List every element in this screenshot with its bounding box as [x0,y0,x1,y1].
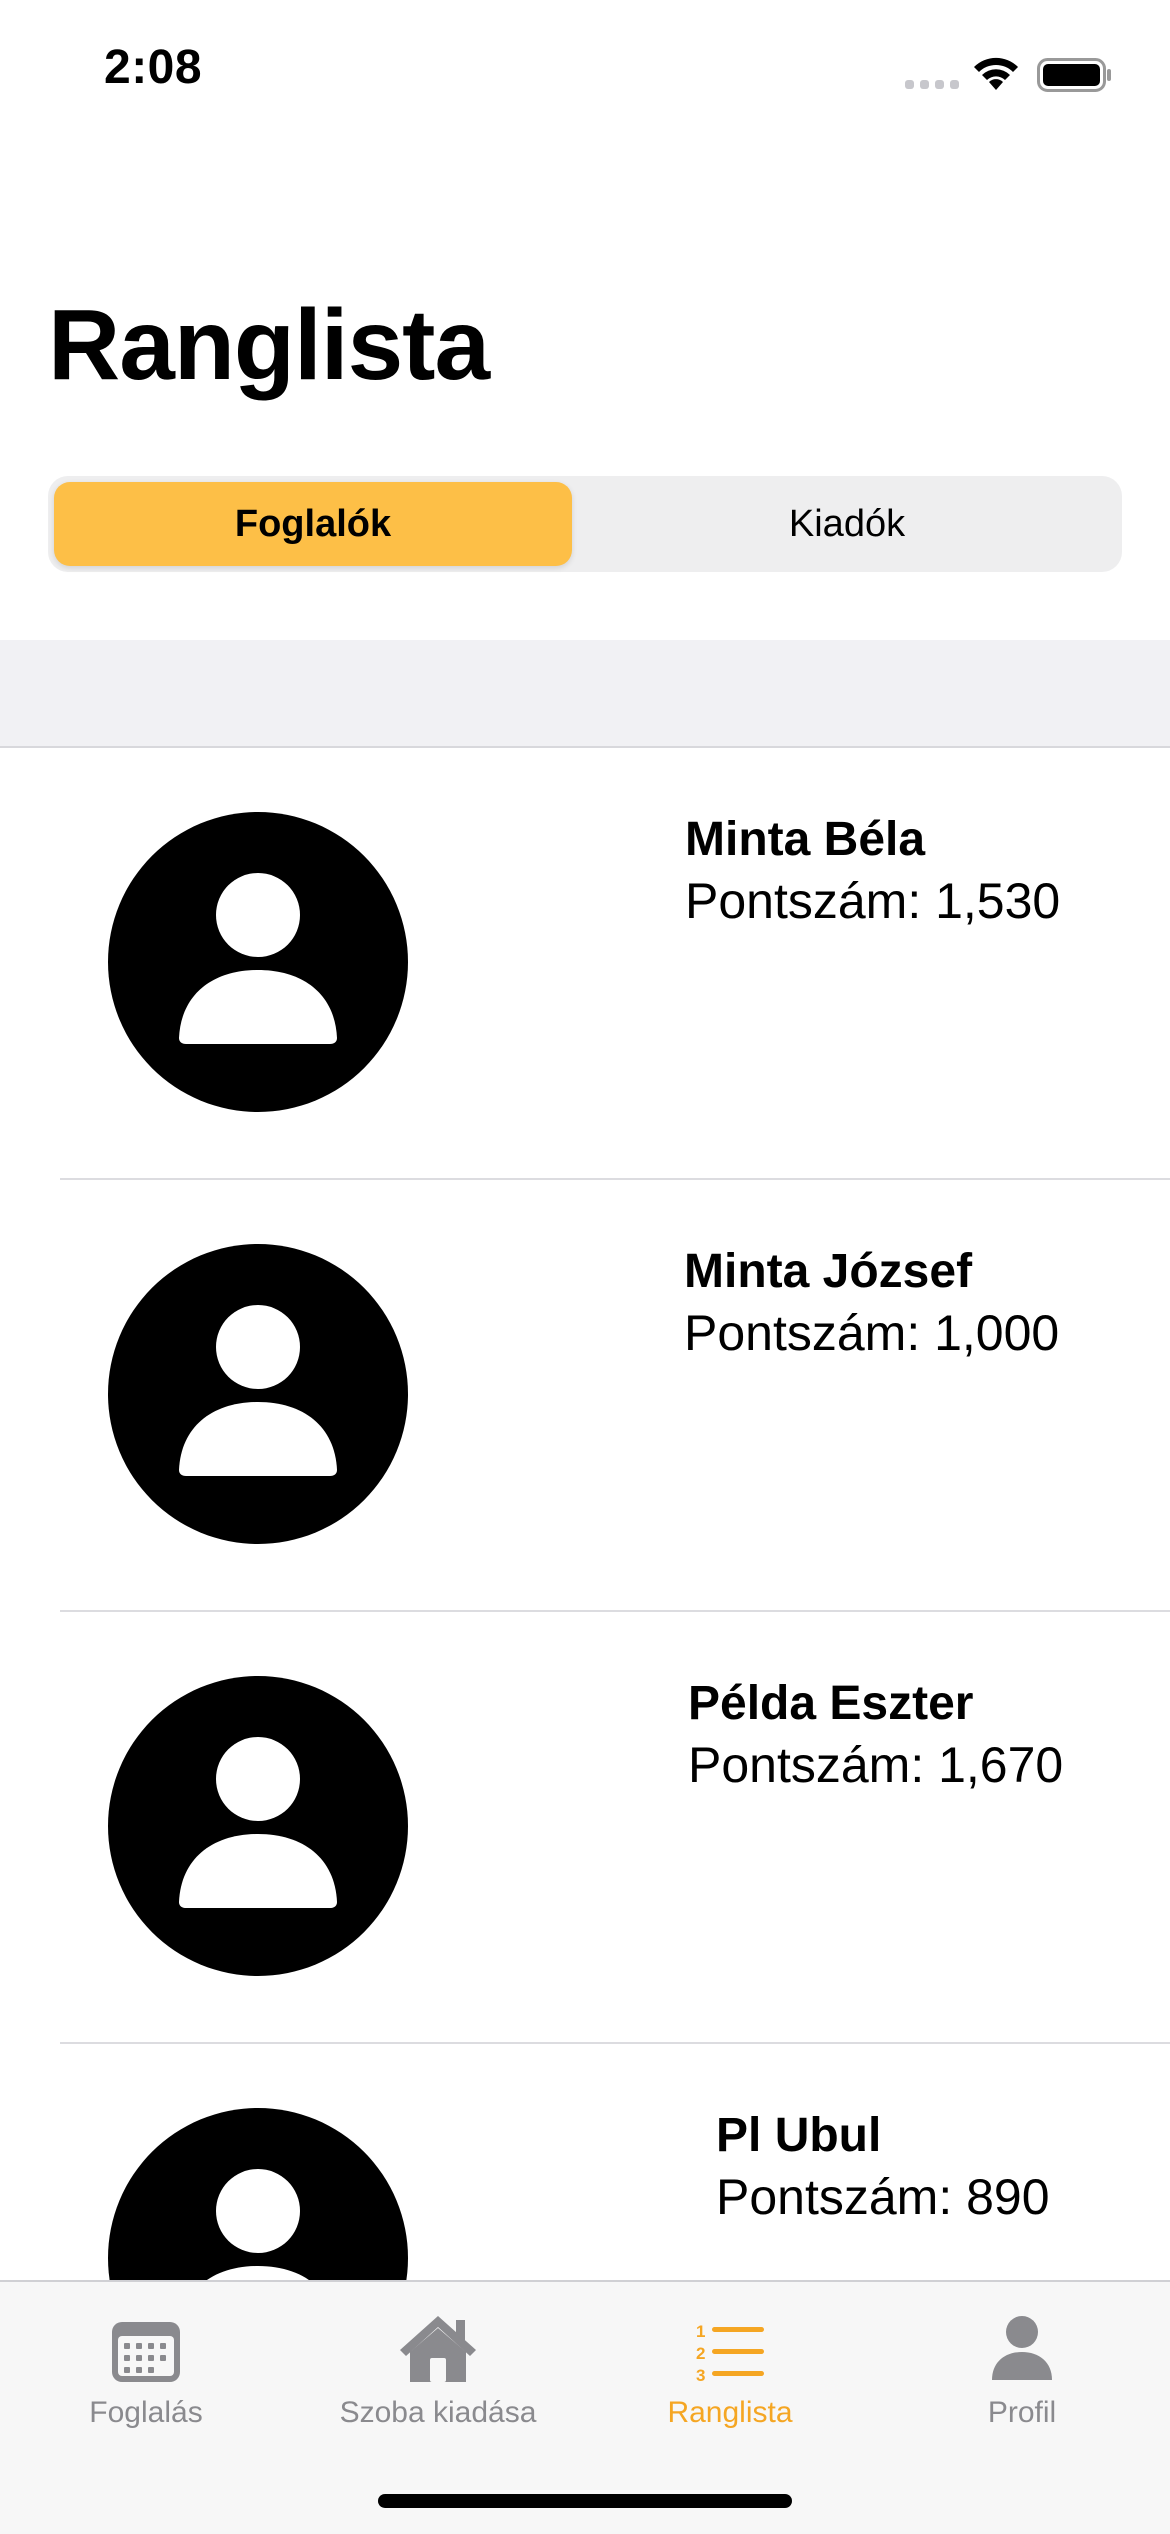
tab-profil[interactable]: Profil [876,2282,1168,2482]
user-score: Pontszám: 890 [716,2169,1050,2225]
list-item[interactable]: Minta József Pontszám: 1,000 [0,1180,1170,1612]
tab-szoba-kiadasa[interactable]: Szoba kiadása [292,2282,584,2482]
user-score: Pontszám: 1,530 [685,873,1061,929]
svg-text:2: 2 [696,2344,705,2363]
numbered-list-icon: 1 2 3 [696,2322,764,2384]
battery-icon [1037,58,1111,92]
list-item[interactable]: Példa Eszter Pontszám: 1,670 [0,1612,1170,2044]
list-header-band [0,640,1170,748]
avatar-person-icon [108,1244,408,1544]
user-name: Minta Béla [685,813,926,866]
wifi-icon [974,57,1018,90]
person-icon [992,2316,1052,2380]
user-name: Példa Eszter [688,1677,974,1730]
segment-kiadok[interactable]: Kiadók [578,482,1116,566]
avatar-person-icon [108,1676,408,1976]
user-score: Pontszám: 1,000 [684,1305,1060,1361]
segment-foglalok[interactable]: Foglalók [54,482,572,566]
svg-text:1: 1 [696,2322,705,2341]
calendar-icon [112,2322,180,2382]
tab-bar: Foglalás Szoba kiadása 1 2 3 Ranglista Pro… [0,2280,1170,2534]
tab-label: Ranglista [667,2396,793,2429]
signal-icon [905,80,959,89]
page-title: Ranglista [48,289,490,401]
list-item[interactable]: Minta Béla Pontszám: 1,530 [0,748,1170,1180]
status-bar: 2:08 [0,0,1170,150]
tab-label: Foglalás [89,2396,203,2429]
user-name: Minta József [684,1245,973,1298]
house-icon [400,2316,476,2382]
segmented-control: Foglalók Kiadók [48,476,1122,572]
user-score: Pontszám: 1,670 [688,1737,1064,1793]
tab-label: Szoba kiadása [339,2396,537,2429]
leaderboard-list[interactable]: Minta Béla Pontszám: 1,530 Minta József … [0,748,1170,2476]
home-indicator [378,2494,792,2508]
tab-label: Profil [987,2396,1057,2429]
status-time: 2:08 [104,41,203,94]
svg-text:3: 3 [696,2366,705,2384]
user-name: Pl Ubul [716,2109,882,2162]
tab-foglalas[interactable]: Foglalás [0,2282,292,2482]
avatar-person-icon [108,812,408,1112]
tab-ranglista[interactable]: 1 2 3 Ranglista [584,2282,876,2482]
